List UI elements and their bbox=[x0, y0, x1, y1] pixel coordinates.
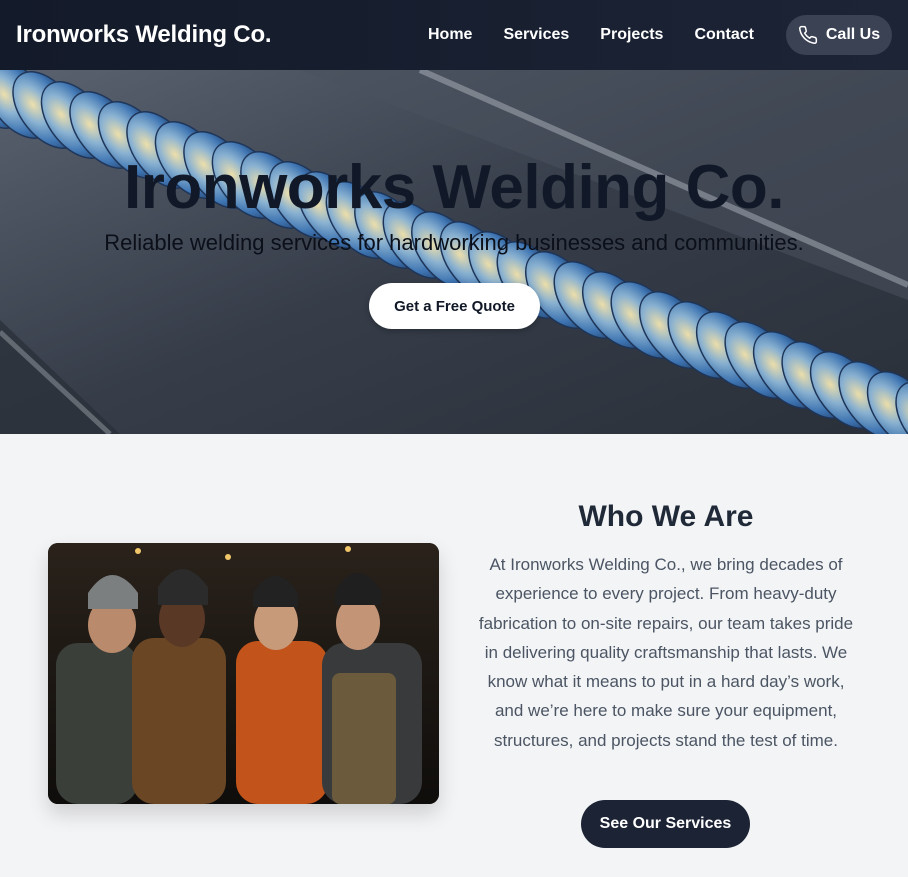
about-description: At Ironworks Welding Co., we bring decad… bbox=[478, 555, 854, 750]
team-photo bbox=[48, 543, 439, 804]
brand-logo[interactable]: Ironworks Welding Co. bbox=[16, 21, 272, 49]
about-title: Who We Are bbox=[578, 500, 754, 533]
see-our-services-button[interactable]: See Our Services bbox=[581, 800, 750, 848]
nav-link-projects[interactable]: Projects bbox=[600, 26, 663, 44]
hero-subtitle: Reliable welding services for hardworkin… bbox=[104, 230, 804, 255]
call-us-label: Call Us bbox=[825, 26, 881, 43]
hero-title: Ironworks Welding Co. bbox=[123, 153, 785, 222]
nav-links: Home Services Projects Contact Call Us bbox=[428, 15, 892, 55]
call-us-button[interactable]: Call Us bbox=[786, 15, 892, 55]
get-free-quote-button[interactable]: Get a Free Quote bbox=[369, 283, 540, 329]
top-navbar: Ironworks Welding Co. Home Services Proj… bbox=[0, 0, 908, 70]
nav-link-services[interactable]: Services bbox=[503, 26, 569, 44]
nav-link-contact[interactable]: Contact bbox=[694, 26, 754, 44]
hero-section: Ironworks Welding Co. Reliable welding s… bbox=[0, 70, 908, 434]
nav-link-home[interactable]: Home bbox=[428, 26, 472, 44]
phone-icon bbox=[798, 25, 818, 45]
